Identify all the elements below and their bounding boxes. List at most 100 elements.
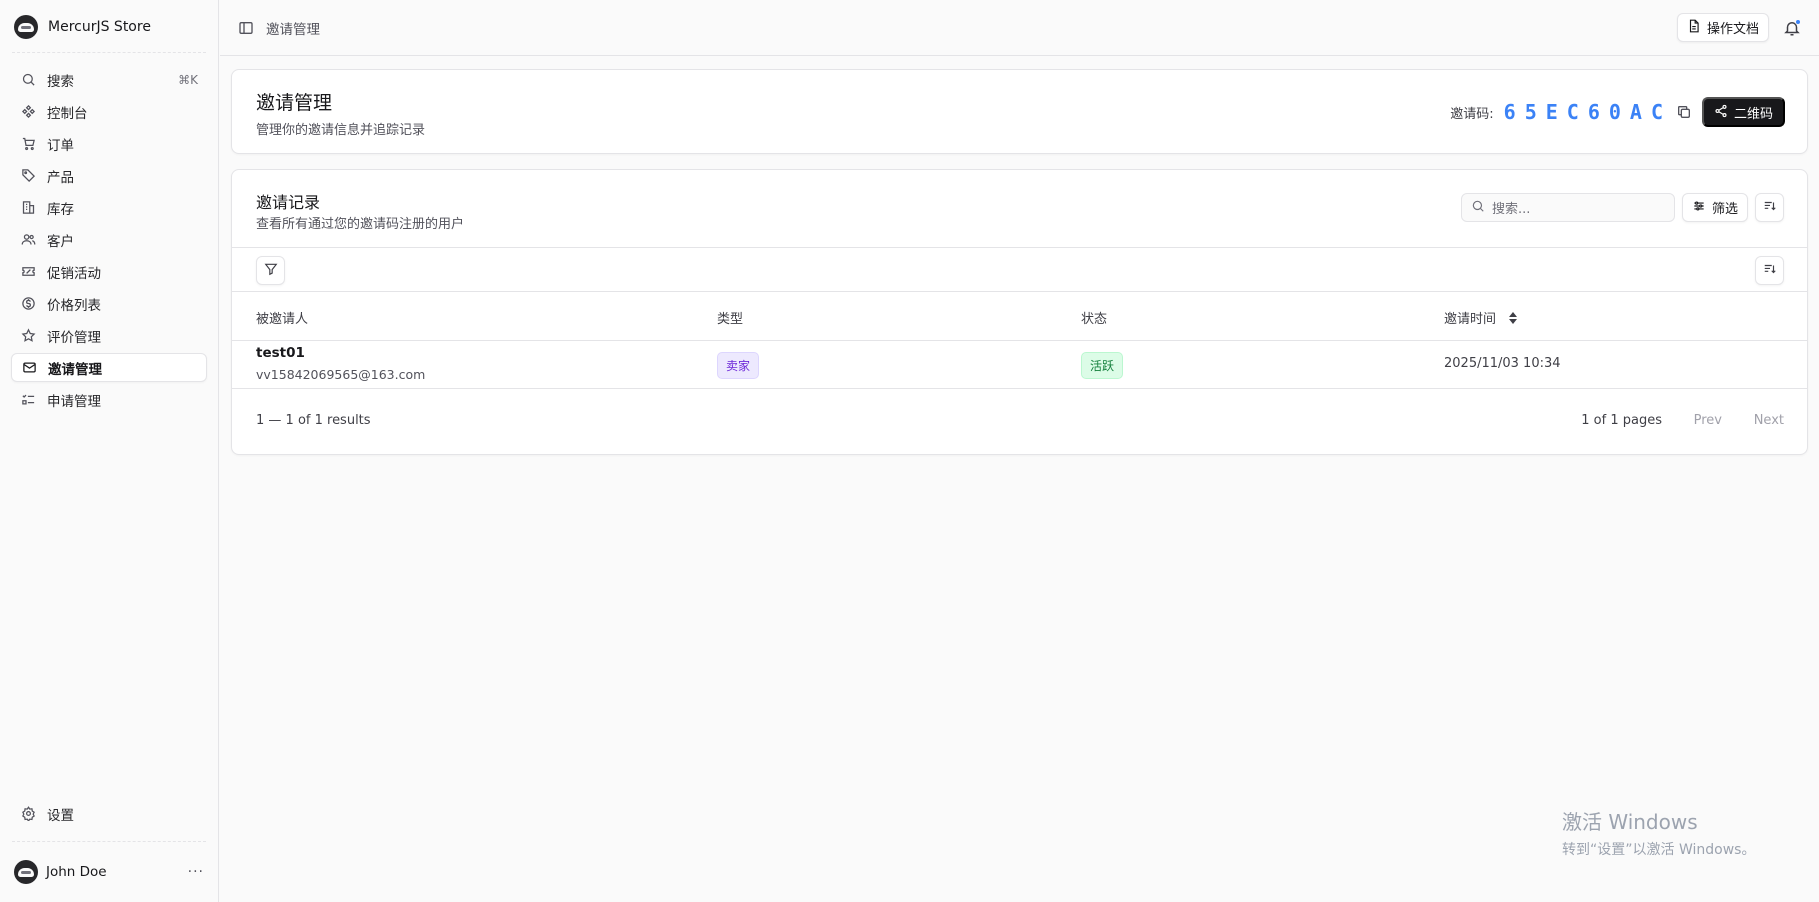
- sidebar-item-label: 邀请管理: [48, 361, 102, 378]
- invite-time: 2025/11/03 10:34: [1444, 356, 1561, 371]
- sort-icon: [1763, 199, 1777, 216]
- sidebar-item-label: 评价管理: [47, 329, 101, 346]
- sidebar: MercurJS Store 搜索 ⌘K 控制台 订单 产品 库存 客户 促销活…: [0, 0, 219, 902]
- store-name: MercurJS Store: [48, 18, 151, 35]
- invite-code-group: 邀请码: 65EC60AC 二维码: [1450, 97, 1785, 127]
- settings-section: 设置: [0, 799, 218, 841]
- topbar-actions: 操作文档: [1676, 13, 1801, 42]
- dashboard-icon: [20, 104, 36, 120]
- sort-icon: [1763, 262, 1777, 279]
- records-title: 邀请记录: [256, 193, 321, 212]
- sidebar-item-label: 库存: [47, 201, 74, 218]
- search-input[interactable]: 搜索...: [1460, 193, 1675, 222]
- avatar: [14, 860, 38, 884]
- copy-icon[interactable]: [1676, 104, 1692, 120]
- filter-button[interactable]: 筛选: [1681, 193, 1748, 222]
- sidebar-item-products[interactable]: 产品: [11, 161, 207, 190]
- docs-button[interactable]: 操作文档: [1676, 13, 1769, 42]
- more-options-button[interactable]: ···: [188, 864, 204, 880]
- invite-code: 65EC60AC: [1503, 100, 1672, 124]
- table-sort-button[interactable]: [1755, 256, 1784, 285]
- funnel-icon: [264, 262, 278, 279]
- column-header-status: 状态: [1081, 312, 1108, 327]
- sidebar-item-promotions[interactable]: 促销活动: [11, 257, 207, 286]
- pagination: 1 — 1 of 1 results 1 of 1 pages Prev Nex…: [232, 389, 1807, 454]
- users-icon: [20, 232, 36, 248]
- sidebar-item-search[interactable]: 搜索 ⌘K: [11, 65, 207, 94]
- topbar: 邀请管理 操作文档: [220, 0, 1819, 56]
- column-header-invitee: 被邀请人: [256, 312, 309, 327]
- sidebar-item-applications[interactable]: 申请管理: [11, 385, 207, 414]
- sidebar-item-settings[interactable]: 设置: [11, 799, 207, 828]
- mail-icon: [21, 360, 37, 376]
- sidebar-item-reviews[interactable]: 评价管理: [11, 321, 207, 350]
- sort-button[interactable]: [1755, 193, 1784, 222]
- sidebar-item-orders[interactable]: 订单: [11, 129, 207, 158]
- pagination-range: 1 — 1 of 1 results: [256, 413, 371, 428]
- type-badge: 卖家: [717, 352, 760, 379]
- filter-button-label: 筛选: [1711, 201, 1738, 216]
- user-name: John Doe: [46, 864, 107, 880]
- column-header-label: 邀请时间: [1444, 312, 1497, 327]
- sidebar-item-label: 订单: [47, 137, 74, 154]
- sidebar-item-label: 搜索: [47, 73, 74, 90]
- status-badge: 活跃: [1081, 352, 1124, 379]
- add-filter-button[interactable]: [256, 256, 285, 285]
- watermark-subtitle: 转到“设置”以激活 Windows。: [1562, 842, 1756, 858]
- breadcrumb[interactable]: 邀请管理: [266, 18, 320, 38]
- qr-code-button-label: 二维码: [1733, 105, 1773, 121]
- sidebar-item-dashboard[interactable]: 控制台: [11, 97, 207, 126]
- sidebar-item-inventory[interactable]: 库存: [11, 193, 207, 222]
- building-icon: [20, 200, 36, 216]
- column-header-type: 类型: [717, 312, 744, 327]
- search-icon: [20, 72, 36, 88]
- watermark-title: 激活 Windows: [1562, 810, 1698, 834]
- notification-dot: [1795, 18, 1801, 25]
- gear-icon: [20, 806, 36, 822]
- sidebar-item-label: 设置: [47, 807, 74, 824]
- next-page-button[interactable]: Next: [1754, 413, 1784, 428]
- prev-page-button[interactable]: Prev: [1694, 413, 1722, 428]
- user-menu[interactable]: John Doe ···: [0, 842, 218, 902]
- sidebar-nav: 搜索 ⌘K 控制台 订单 产品 库存 客户 促销活动 价格列表 评价管理 邀请管…: [0, 53, 218, 414]
- dollar-icon: [20, 296, 36, 312]
- records-subtitle: 查看所有通过您的邀请码注册的用户: [256, 217, 465, 232]
- sidebar-item-customers[interactable]: 客户: [11, 225, 207, 254]
- invitee-email: vv15842069565@163.com: [256, 367, 426, 382]
- records-card: 邀请记录 查看所有通过您的邀请码注册的用户 搜索... 筛选 被邀请人 类型 状…: [231, 169, 1808, 455]
- ticket-icon: [20, 264, 36, 280]
- windows-activation-watermark: 激活 Windows 转到“设置”以激活 Windows。: [1562, 806, 1755, 859]
- column-header-invite-time[interactable]: 邀请时间: [1444, 308, 1518, 329]
- invite-code-label: 邀请码:: [1450, 106, 1494, 122]
- pagination-pages: 1 of 1 pages: [1581, 413, 1662, 428]
- star-icon: [20, 328, 36, 344]
- document-icon: [1687, 19, 1701, 36]
- records-tools: 搜索... 筛选: [1460, 193, 1784, 222]
- store-logo: [14, 14, 38, 39]
- sidebar-item-label: 申请管理: [47, 393, 101, 410]
- search-shortcut: ⌘K: [178, 72, 198, 87]
- checklist-icon: [20, 392, 36, 408]
- sidebar-footer: 设置 John Doe ···: [0, 799, 218, 902]
- invitee-name: test01: [256, 345, 305, 361]
- sidebar-item-price-lists[interactable]: 价格列表: [11, 289, 207, 318]
- sidebar-item-label: 价格列表: [47, 297, 101, 314]
- share-icon: [1714, 104, 1728, 121]
- notifications-bell-icon[interactable]: [1783, 18, 1801, 37]
- records-header: 邀请记录 查看所有通过您的邀请码注册的用户 搜索... 筛选: [232, 170, 1807, 248]
- table-toolbar: [232, 248, 1807, 292]
- sidebar-item-label: 促销活动: [47, 265, 101, 282]
- table-header: 被邀请人 类型 状态 邀请时间: [232, 292, 1807, 341]
- sidebar-item-invitations[interactable]: 邀请管理: [11, 353, 207, 382]
- cart-icon: [20, 136, 36, 152]
- sidebar-toggle-icon[interactable]: [238, 20, 254, 36]
- search-icon: [1471, 199, 1485, 217]
- table-row[interactable]: test01 vv15842069565@163.com 卖家 活跃 2025/…: [232, 341, 1807, 389]
- sidebar-item-label: 产品: [47, 169, 74, 186]
- sort-arrows-icon: [1508, 311, 1518, 329]
- invite-card: 邀请管理 管理你的邀请信息并追踪记录 邀请码: 65EC60AC 二维码: [231, 69, 1808, 154]
- sidebar-item-label: 客户: [47, 233, 74, 250]
- store-switcher[interactable]: MercurJS Store: [0, 0, 218, 53]
- page-subtitle: 管理你的邀请信息并追踪记录: [256, 123, 426, 138]
- qr-code-button[interactable]: 二维码: [1701, 97, 1785, 127]
